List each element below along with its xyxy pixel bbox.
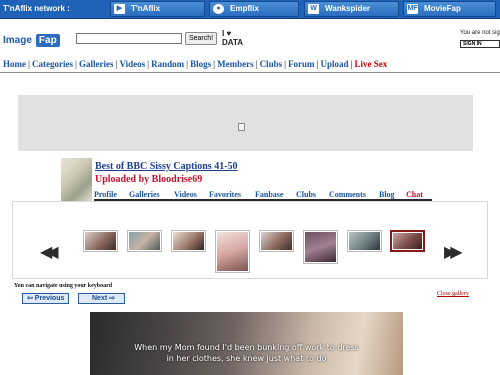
nav-live-sex[interactable]: Live Sex	[355, 59, 388, 69]
nav-home[interactable]: Home	[3, 59, 26, 69]
thumbnail[interactable]	[215, 230, 250, 273]
nav-upload[interactable]: Upload	[321, 59, 349, 69]
nav-members[interactable]: Members	[217, 59, 253, 69]
nav-blogs[interactable]: Blogs	[190, 59, 211, 69]
search-button[interactable]: Search!	[185, 32, 217, 45]
network-site-label: T'nAflix	[131, 4, 161, 13]
profile-link-galleries[interactable]: Galleries	[129, 190, 160, 199]
moviefap-icon: MF	[407, 4, 418, 14]
network-site-moviefap[interactable]: MF MovieFap	[403, 1, 496, 17]
profile-link-blog[interactable]: Blog	[379, 190, 395, 199]
i-love-data-badge[interactable]: I ♥ DATA	[222, 29, 243, 47]
profile-link-videos[interactable]: Videos	[174, 190, 197, 199]
logo-text-fap: Fap	[35, 34, 60, 47]
nav-videos[interactable]: Videos	[119, 59, 145, 69]
network-site-empflix[interactable]: ● Empflix	[209, 1, 299, 17]
nav-categories[interactable]: Categories	[32, 59, 73, 69]
keyboard-note: You can navigate using your keyboard	[14, 283, 113, 289]
profile-link-fanbase[interactable]: Fanbase	[255, 190, 283, 199]
profile-link-comments[interactable]: Comments	[329, 190, 366, 199]
image-caption: When my Mom found I'd been bunking off w…	[90, 342, 403, 364]
network-site-wankspider[interactable]: W Wankspider	[304, 1, 399, 17]
network-site-label: MovieFap	[424, 4, 461, 13]
logo-text-image: Image	[3, 35, 32, 46]
wankspider-icon: W	[308, 4, 319, 14]
nav-forum[interactable]: Forum	[288, 59, 315, 69]
gallery-title[interactable]: Best of BBC Sissy Captions 41-50	[95, 161, 238, 172]
next-arrows-icon[interactable]: ▶▶	[444, 242, 462, 261]
thumbnail[interactable]	[259, 230, 294, 252]
main-gallery-image[interactable]: When my Mom found I'd been bunking off w…	[90, 312, 403, 375]
signin-note: You are not sig	[460, 30, 500, 36]
profile-link-favorites[interactable]: Favorites	[209, 190, 241, 199]
gallery-header: Best of BBC Sissy Captions 41-50 Uploade…	[61, 158, 432, 201]
tnaflix-icon: ▶	[114, 4, 125, 14]
uploaded-by[interactable]: Uploaded by Bloodrise69	[95, 174, 202, 185]
nav-divider	[0, 72, 500, 73]
prev-arrows-icon[interactable]: ◀◀	[40, 242, 58, 261]
previous-button[interactable]: ⇦ Previous	[22, 293, 69, 304]
network-site-label: Empflix	[230, 4, 259, 13]
site-logo[interactable]: Image Fap	[3, 30, 60, 48]
profile-link-profile[interactable]: Profile	[94, 190, 117, 199]
main-nav: Home | Categories | Galleries | Videos | Random |…	[3, 59, 388, 69]
thumbnail[interactable]	[303, 230, 338, 264]
network-label: T'nAflix network :	[3, 4, 70, 13]
nav-clubs[interactable]: Clubs	[260, 59, 283, 69]
close-gallery-link[interactable]: Close gallery	[437, 291, 469, 297]
thumbnail[interactable]	[127, 230, 162, 252]
caption-line: When my Mom found I'd been bunking off w…	[134, 343, 359, 352]
uploader-avatar[interactable]	[61, 158, 92, 201]
next-button[interactable]: Next ⇨	[78, 293, 125, 304]
broken-image-icon	[238, 123, 245, 131]
profile-nav: Profile Galleries Videos Favorites Fanba…	[94, 188, 432, 201]
i-love-data-bottom: DATA	[222, 38, 244, 47]
profile-link-clubs[interactable]: Clubs	[296, 190, 316, 199]
thumbnail[interactable]	[347, 230, 382, 252]
empflix-icon: ●	[213, 4, 224, 14]
nav-galleries[interactable]: Galleries	[79, 59, 114, 69]
network-bar: T'nAflix network : ▶ T'nAflix ● Empflix …	[0, 0, 500, 19]
network-site-label: Wankspider	[325, 4, 371, 13]
caption-line: in her clothes, she knew just what to do	[166, 354, 327, 363]
thumbnail[interactable]	[171, 230, 206, 252]
thumbnail[interactable]	[83, 230, 118, 252]
nav-random[interactable]: Random	[151, 59, 184, 69]
ad-placeholder[interactable]	[18, 95, 473, 151]
thumbnail-selected[interactable]	[390, 230, 425, 252]
profile-link-chat[interactable]: Chat	[406, 190, 423, 199]
signin-button[interactable]: SIGN IN	[460, 40, 500, 48]
search-input[interactable]	[76, 33, 182, 44]
network-site-tnaflix[interactable]: ▶ T'nAflix	[110, 1, 205, 17]
i-love-data-top: I ♥	[222, 29, 232, 38]
